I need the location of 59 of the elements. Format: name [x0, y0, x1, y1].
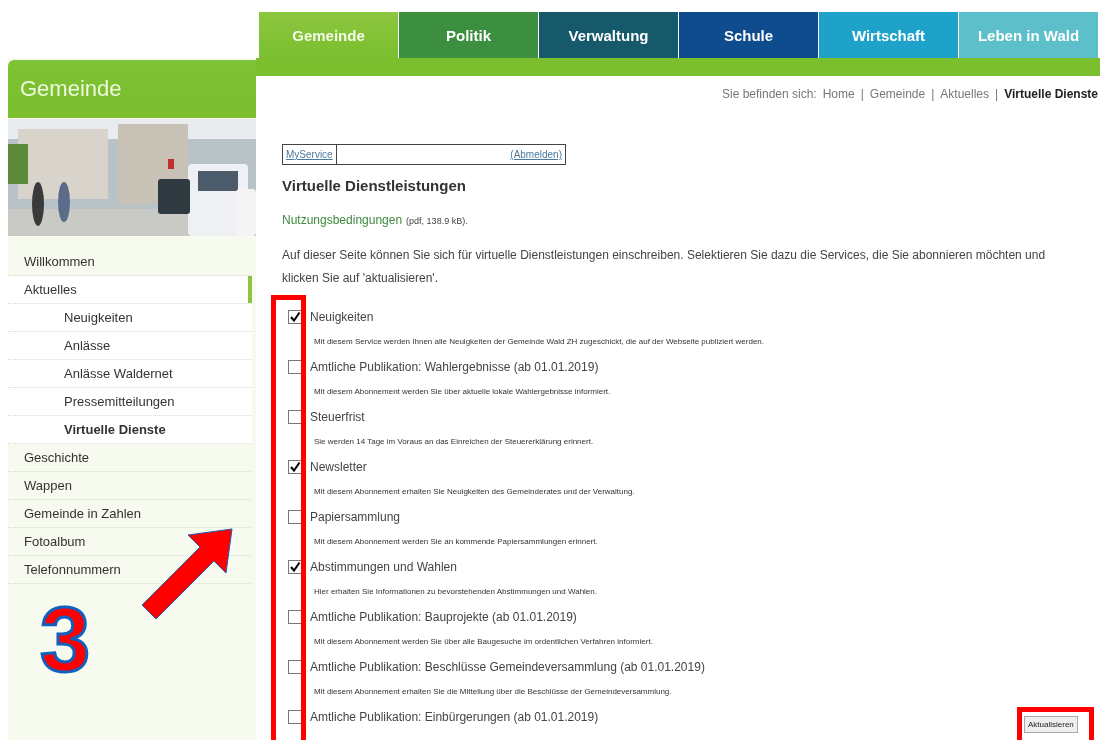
service-label: Amtliche Publikation: Wahlergebnisse (ab 01.01.2019): [310, 360, 599, 374]
sidebar-item[interactable]: Anlässe: [8, 332, 252, 360]
sidebar-item[interactable]: Geschichte: [8, 444, 252, 472]
checkbox[interactable]: [288, 410, 302, 424]
service-description: Mit diesem Abonnement werden Sie an kommende Papiersammlungen erinnert.: [313, 536, 599, 548]
service-description: Hier erhalten Sie Informationen zu bevorstehenden Abstimmungen und Wahlen.: [313, 586, 598, 598]
service-description: Mit diesem Service werden Ihnen alle Neuigkeiten der Gemeinde Wald ZH zugeschickt, die auf der Webseite publiziert werden.: [313, 336, 765, 348]
service-label: Amtliche Publikation: Bauprojekte (ab 01.01.2019): [310, 610, 577, 624]
breadcrumb-link[interactable]: Gemeinde: [869, 87, 926, 107]
logout-link[interactable]: (Abmelden): [507, 149, 565, 160]
sidebar-item[interactable]: Gemeinde in Zahlen: [8, 500, 252, 528]
checkbox[interactable]: [288, 510, 302, 524]
checkbox[interactable]: [288, 660, 302, 674]
service-label: Amtliche Publikation: Beschlüsse Gemeindeversammlung (ab 01.01.2019): [310, 660, 705, 674]
service-label: Amtliche Publikation: Einbürgerungen (ab 01.01.2019): [310, 710, 599, 724]
service-description: Mit diesem Abonnement erhalten Sie die Mitteilung über die Beschlüsse der Gemeindeversammlung.: [313, 686, 673, 698]
checkmark-icon: [289, 461, 301, 473]
terms-link[interactable]: Nutzungsbedingungen: [282, 213, 403, 227]
service-label: Papiersammlung: [310, 510, 401, 524]
sidebar-item[interactable]: Neuigkeiten: [8, 304, 252, 332]
service-label: Newsletter: [310, 460, 367, 474]
sidebar-item[interactable]: Pressemitteilungen: [8, 388, 252, 416]
checkbox[interactable]: [288, 360, 302, 374]
service-description: Sie werden 14 Tage im Voraus an das Einreichen der Steuererklärung erinnert.: [313, 436, 595, 448]
nav-tab[interactable]: Politik: [398, 12, 538, 58]
service-label: Neuigkeiten: [310, 310, 374, 324]
service-label: Abstimmungen und Wahlen: [310, 560, 457, 574]
breadcrumb-label: Sie befinden sich:: [721, 87, 817, 103]
sidebar-item[interactable]: Virtuelle Dienste: [8, 416, 252, 444]
checkbox[interactable]: [288, 310, 302, 324]
breadcrumb-separator: |: [931, 87, 935, 103]
breadcrumb-link[interactable]: Virtuelle Dienste: [1004, 87, 1098, 107]
sidebar-item[interactable]: Aktuelles: [8, 276, 252, 304]
sidebar-title: Gemeinde: [8, 60, 256, 118]
nav-tab[interactable]: Verwaltung: [538, 12, 678, 58]
file-info: (pdf, 138.9 kB).: [406, 216, 468, 226]
breadcrumb-separator: |: [860, 87, 864, 103]
active-marker: [248, 276, 252, 303]
myservice-link[interactable]: MyService: [283, 145, 337, 164]
checkmark-icon: [289, 561, 301, 573]
checkmark-icon: [289, 311, 301, 323]
service-description: Mit diesem Abonnement werden Sie über aktuelle lokale Wahlergebnisse informiert.: [313, 386, 612, 398]
nav-tab[interactable]: Schule: [678, 12, 818, 58]
checkbox[interactable]: [288, 560, 302, 574]
page-heading: Virtuelle Dienstleistungen: [282, 177, 467, 194]
breadcrumb-link[interactable]: Home: [822, 87, 855, 107]
checkbox[interactable]: [288, 710, 302, 724]
checkbox[interactable]: [288, 610, 302, 624]
sidebar-item[interactable]: Anlässe Waldernet: [8, 360, 252, 388]
checkbox[interactable]: [288, 460, 302, 474]
annotation-number: 3: [40, 595, 91, 685]
update-button[interactable]: Aktualisieren: [1024, 716, 1078, 733]
breadcrumb-link[interactable]: Aktuelles: [940, 87, 990, 107]
sidebar-item[interactable]: Wappen: [8, 472, 252, 500]
breadcrumb-separator: |: [995, 87, 999, 103]
service-description: Mit diesem Abonnement werden Sie über alle Baugesuche im ordentlichen Verfahren informiert.: [313, 636, 654, 648]
intro-text: Auf dieser Seite können Sie sich für virtuelle Dienstleistungen einschreiben. Selektieren Sie dazu die Services, die Sie abonnieren möchten und klicken Sie auf 'aktualisieren'.: [282, 247, 1047, 287]
service-description: Mit diesem Abonnement erhalten Sie Neuigkeiten des Gemeinderates und der Verwaltung.: [313, 486, 636, 498]
service-label: Steuerfrist: [310, 410, 365, 424]
